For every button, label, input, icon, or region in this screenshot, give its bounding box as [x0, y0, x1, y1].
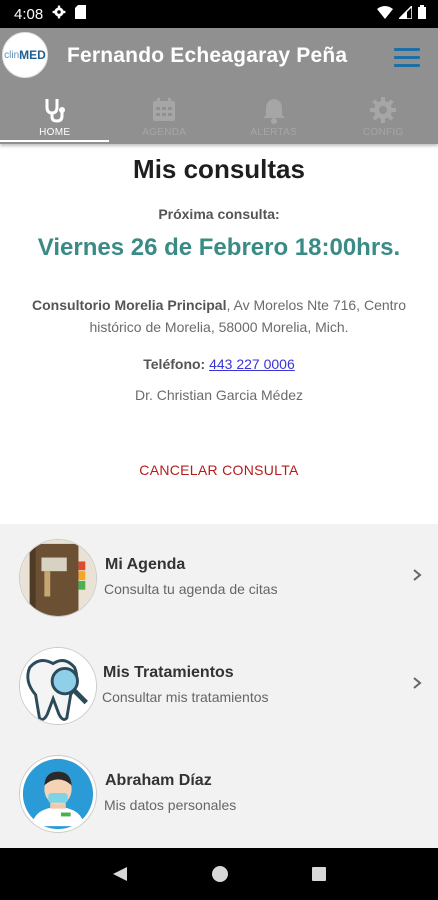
chevron-right-icon	[413, 569, 422, 581]
tab-config-label: CONFIG	[362, 127, 404, 138]
phone-label: Teléfono:	[143, 356, 206, 372]
phone-row: Teléfono: 443 227 0006	[0, 356, 438, 372]
agenda-book-icon	[19, 539, 97, 617]
back-icon[interactable]	[111, 865, 129, 883]
chevron-right-icon	[413, 677, 422, 689]
phone-link[interactable]: 443 227 0006	[209, 356, 295, 372]
signal-icon	[397, 3, 413, 23]
main-content: Mis consultas Próxima consulta: Viernes …	[0, 144, 438, 478]
tab-alertas[interactable]: ALERTAS	[219, 90, 329, 144]
home-icon[interactable]	[211, 865, 229, 883]
menu-line	[394, 48, 420, 51]
options-list: Mi Agenda Consulta tu agenda de citas Mi…	[0, 524, 438, 848]
calendar-icon	[153, 98, 176, 121]
user-name-title: Fernando Echeagaray Peña	[67, 44, 348, 67]
list-item-subtitle: Consulta tu agenda de citas	[104, 581, 278, 597]
doctor-name: Dr. Christian Garcia Médez	[134, 387, 304, 403]
status-time: 4:08	[14, 5, 44, 23]
menu-line	[394, 56, 420, 59]
gear-icon	[370, 97, 397, 123]
doctor-avatar-icon	[19, 755, 97, 833]
battery-icon	[418, 5, 426, 23]
tooth-magnifier-icon	[19, 647, 97, 725]
bell-icon	[262, 99, 285, 124]
clinmed-logo: clin MED	[2, 32, 48, 78]
cancel-appointment-button[interactable]: CANCELAR CONSULTA	[0, 462, 438, 478]
recents-icon[interactable]	[311, 866, 327, 882]
tab-alertas-label: ALERTAS	[250, 127, 298, 138]
menu-line	[394, 64, 420, 67]
next-appointment-label: Próxima consulta:	[158, 206, 280, 222]
wifi-icon	[377, 5, 393, 23]
next-appointment-date: Viernes 26 de Febrero 18:00hrs.	[37, 234, 401, 261]
logo-text-bold: MED	[19, 48, 46, 62]
settings-icon	[52, 5, 66, 23]
page-title: Mis consultas	[133, 154, 305, 184]
list-item-title: Abraham Díaz	[105, 772, 212, 789]
tab-agenda-label: AGENDA	[142, 127, 187, 138]
list-item-subtitle: Mis datos personales	[104, 797, 237, 813]
tab-agenda[interactable]: AGENDA	[110, 90, 220, 144]
clinic-name: Consultorio Morelia Principal	[32, 297, 227, 313]
list-item-abraham-diaz[interactable]: Abraham Díaz Mis datos personales	[0, 740, 438, 848]
clinic-address: Consultorio Morelia Principal, Av Morelo…	[22, 294, 416, 338]
tab-bar: HOME AGENDA ALERTAS CONFIG	[0, 90, 438, 144]
system-nav-bar	[0, 848, 438, 900]
list-item-title: Mi Agenda	[105, 556, 186, 573]
logo-text-light: clin	[4, 49, 20, 61]
list-item-mi-agenda[interactable]: Mi Agenda Consulta tu agenda de citas	[0, 524, 438, 632]
list-item-subtitle: Consultar mis tratamientos	[102, 689, 269, 705]
sim-card-icon	[75, 5, 87, 23]
hamburger-menu-button[interactable]	[394, 48, 420, 68]
status-bar: 4:08	[0, 0, 438, 28]
list-item-title: Mis Tratamientos	[103, 664, 234, 681]
app-header: clin MED Fernando Echeagaray Peña	[0, 28, 438, 90]
list-item-mis-tratamientos[interactable]: Mis Tratamientos Consultar mis tratamien…	[0, 632, 438, 740]
tab-home-label: HOME	[39, 127, 71, 138]
tab-config[interactable]: CONFIG	[329, 90, 438, 144]
tab-home[interactable]: HOME	[0, 90, 110, 144]
stethoscope-icon	[45, 99, 65, 123]
